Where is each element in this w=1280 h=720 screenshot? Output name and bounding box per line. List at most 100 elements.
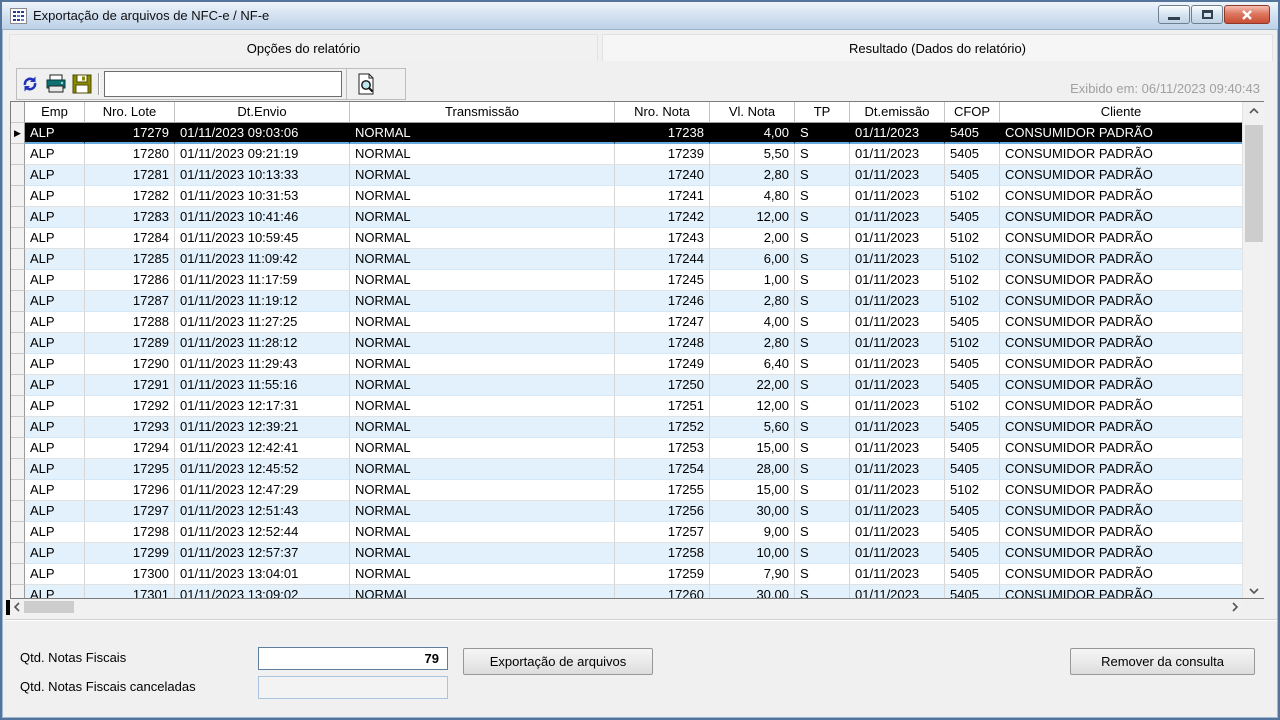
grid-cell[interactable]: 01/11/2023 10:41:46: [175, 207, 350, 228]
grid-cell[interactable]: 17284: [85, 228, 175, 249]
grid-cell[interactable]: NORMAL: [350, 186, 615, 207]
grid-cell[interactable]: CONSUMIDOR PADRÃO: [1000, 270, 1243, 291]
grid-cell[interactable]: 01/11/2023 11:09:42: [175, 249, 350, 270]
grid-cell[interactable]: CONSUMIDOR PADRÃO: [1000, 249, 1243, 270]
grid-cell[interactable]: 4,00: [710, 312, 795, 333]
grid-cell[interactable]: 5405: [945, 417, 1000, 438]
grid-cell[interactable]: 5405: [945, 585, 1000, 599]
grid-cell[interactable]: ALP: [25, 585, 85, 599]
table-row[interactable]: ALP1729401/11/2023 12:42:41NORMAL1725315…: [11, 438, 1264, 459]
grid-cell[interactable]: 5405: [945, 312, 1000, 333]
grid-cell[interactable]: S: [795, 564, 850, 585]
table-row[interactable]: ALP1729301/11/2023 12:39:21NORMAL172525,…: [11, 417, 1264, 438]
table-row[interactable]: ALP1729501/11/2023 12:45:52NORMAL1725428…: [11, 459, 1264, 480]
grid-cell[interactable]: 5405: [945, 144, 1000, 165]
grid-cell[interactable]: 01/11/2023 12:51:43: [175, 501, 350, 522]
save-button[interactable]: [69, 71, 95, 97]
grid-cell[interactable]: 17251: [615, 396, 710, 417]
grid-cell[interactable]: 5,60: [710, 417, 795, 438]
grid-cell[interactable]: 01/11/2023 11:17:59: [175, 270, 350, 291]
grid-cell[interactable]: 5102: [945, 291, 1000, 312]
grid-cell[interactable]: S: [795, 186, 850, 207]
search-input[interactable]: [104, 71, 342, 97]
remove-from-query-button[interactable]: Remover da consulta: [1070, 648, 1255, 675]
grid-cell[interactable]: S: [795, 396, 850, 417]
grid-cell[interactable]: 01/11/2023: [850, 270, 945, 291]
grid-cell[interactable]: ALP: [25, 165, 85, 186]
grid-cell[interactable]: 4,80: [710, 186, 795, 207]
grid-cell[interactable]: 17297: [85, 501, 175, 522]
scroll-up-arrow[interactable]: [1243, 102, 1264, 119]
grid-cell[interactable]: ALP: [25, 123, 85, 144]
grid-cell[interactable]: 17257: [615, 522, 710, 543]
grid-cell[interactable]: 01/11/2023: [850, 249, 945, 270]
grid-cell[interactable]: CONSUMIDOR PADRÃO: [1000, 291, 1243, 312]
grid-cell[interactable]: NORMAL: [350, 543, 615, 564]
grid-cell[interactable]: 5405: [945, 165, 1000, 186]
grid-cell[interactable]: 5102: [945, 480, 1000, 501]
preview-button[interactable]: [346, 69, 384, 99]
grid-cell[interactable]: NORMAL: [350, 501, 615, 522]
grid-cell[interactable]: NORMAL: [350, 228, 615, 249]
tab-resultado[interactable]: Resultado (Dados do relatório): [602, 34, 1273, 61]
grid-cell[interactable]: 17286: [85, 270, 175, 291]
grid-cell[interactable]: ALP: [25, 270, 85, 291]
grid-cell[interactable]: 01/11/2023: [850, 585, 945, 599]
grid-cell[interactable]: 17256: [615, 501, 710, 522]
grid-cell[interactable]: CONSUMIDOR PADRÃO: [1000, 501, 1243, 522]
grid-cell[interactable]: NORMAL: [350, 354, 615, 375]
grid-cell[interactable]: S: [795, 459, 850, 480]
grid-cell[interactable]: ALP: [25, 186, 85, 207]
grid-cell[interactable]: S: [795, 354, 850, 375]
grid-cell[interactable]: 6,40: [710, 354, 795, 375]
grid-cell[interactable]: 17287: [85, 291, 175, 312]
grid-cell[interactable]: 17291: [85, 375, 175, 396]
table-row[interactable]: ALP1729601/11/2023 12:47:29NORMAL1725515…: [11, 480, 1264, 501]
grid-cell[interactable]: S: [795, 123, 850, 144]
table-row[interactable]: ALP1728001/11/2023 09:21:19NORMAL172395,…: [11, 144, 1264, 165]
grid-cell[interactable]: 10,00: [710, 543, 795, 564]
grid-cell[interactable]: 12,00: [710, 396, 795, 417]
grid-cell[interactable]: 01/11/2023: [850, 354, 945, 375]
grid-cell[interactable]: S: [795, 270, 850, 291]
grid-cell[interactable]: 01/11/2023: [850, 312, 945, 333]
column-header[interactable]: Vl. Nota: [710, 102, 795, 123]
grid-cell[interactable]: NORMAL: [350, 270, 615, 291]
grid-cell[interactable]: ALP: [25, 354, 85, 375]
grid-cell[interactable]: 17288: [85, 312, 175, 333]
grid-cell[interactable]: 2,00: [710, 228, 795, 249]
grid-cell[interactable]: CONSUMIDOR PADRÃO: [1000, 417, 1243, 438]
grid-cell[interactable]: ALP: [25, 564, 85, 585]
grid-cell[interactable]: S: [795, 522, 850, 543]
grid-cell[interactable]: 17292: [85, 396, 175, 417]
grid-cell[interactable]: 5102: [945, 396, 1000, 417]
grid-cell[interactable]: ALP: [25, 438, 85, 459]
grid-cell[interactable]: 5102: [945, 228, 1000, 249]
table-row[interactable]: ALP1729201/11/2023 12:17:31NORMAL1725112…: [11, 396, 1264, 417]
grid-cell[interactable]: ALP: [25, 144, 85, 165]
tab-opcoes-relatorio[interactable]: Opções do relatório: [9, 34, 598, 61]
grid-cell[interactable]: S: [795, 165, 850, 186]
grid-cell[interactable]: 01/11/2023: [850, 144, 945, 165]
grid-cell[interactable]: 17254: [615, 459, 710, 480]
grid-cell[interactable]: 01/11/2023: [850, 291, 945, 312]
grid-cell[interactable]: 01/11/2023 09:03:06: [175, 123, 350, 144]
grid-cell[interactable]: 17285: [85, 249, 175, 270]
table-row[interactable]: ALP1730001/11/2023 13:04:01NORMAL172597,…: [11, 564, 1264, 585]
grid-cell[interactable]: 5102: [945, 186, 1000, 207]
grid-cell[interactable]: 01/11/2023: [850, 438, 945, 459]
grid-cell[interactable]: 01/11/2023 10:31:53: [175, 186, 350, 207]
grid-cell[interactable]: 17283: [85, 207, 175, 228]
grid-cell[interactable]: 01/11/2023 12:47:29: [175, 480, 350, 501]
grid-cell[interactable]: 17242: [615, 207, 710, 228]
grid-cell[interactable]: NORMAL: [350, 480, 615, 501]
grid-cell[interactable]: 17243: [615, 228, 710, 249]
grid-cell[interactable]: NORMAL: [350, 291, 615, 312]
grid-cell[interactable]: S: [795, 585, 850, 599]
grid-cell[interactable]: 01/11/2023 11:19:12: [175, 291, 350, 312]
grid-cell[interactable]: 17300: [85, 564, 175, 585]
grid-cell[interactable]: 01/11/2023 12:39:21: [175, 417, 350, 438]
close-button[interactable]: [1224, 5, 1270, 24]
grid-cell[interactable]: 5405: [945, 438, 1000, 459]
table-row[interactable]: ALP1729801/11/2023 12:52:44NORMAL172579,…: [11, 522, 1264, 543]
